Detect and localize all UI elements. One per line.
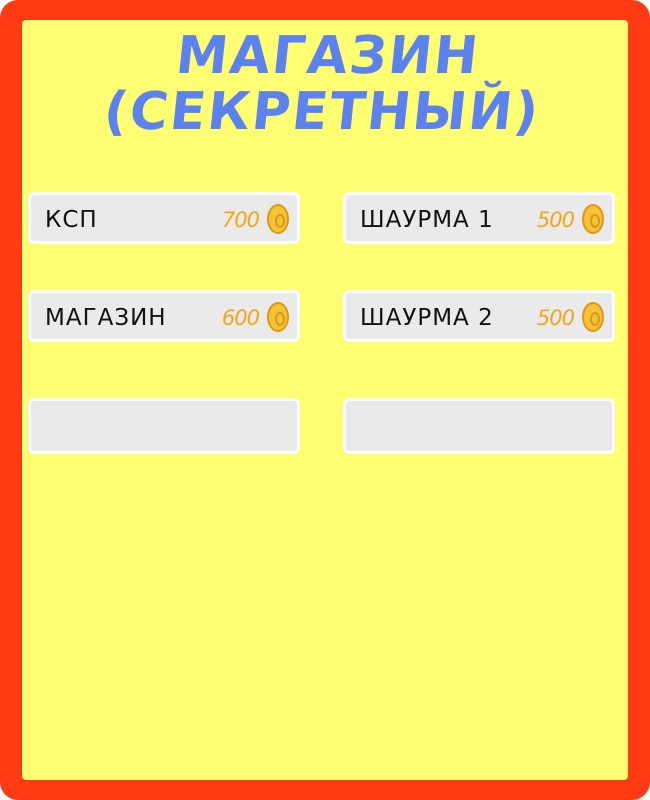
shop-item-shawarma-2[interactable]: ШАУРМА 2 500 bbox=[343, 290, 615, 342]
shop-title-line1: МАГАЗИН bbox=[173, 26, 483, 86]
coin-icon bbox=[267, 302, 289, 332]
shop-title: МАГАЗИН (СЕКРЕТНЫЙ) bbox=[16, 26, 634, 142]
item-name: ШАУРМА 2 bbox=[360, 305, 494, 331]
coin-icon bbox=[582, 302, 604, 332]
shop-title-line2: (СЕКРЕТНЫЙ) bbox=[101, 82, 544, 142]
shop-item-shawarma-1[interactable]: ШАУРМА 1 500 bbox=[343, 192, 615, 244]
shop-item-ksp[interactable]: КСП 700 bbox=[28, 192, 300, 244]
item-price: 500 bbox=[536, 306, 575, 330]
coin-icon bbox=[582, 204, 604, 234]
coin-icon bbox=[267, 204, 289, 234]
shop-item-magazin[interactable]: МАГАЗИН 600 bbox=[28, 290, 300, 342]
shop-panel: МАГАЗИН (СЕКРЕТНЫЙ) КСП 700 ШАУРМА 1 500… bbox=[22, 20, 628, 780]
empty-slot bbox=[28, 398, 300, 454]
item-name: МАГАЗИН bbox=[45, 305, 167, 331]
item-name: КСП bbox=[45, 207, 98, 233]
empty-slot bbox=[343, 398, 615, 454]
item-name: ШАУРМА 1 bbox=[360, 207, 494, 233]
item-price: 600 bbox=[221, 306, 260, 330]
item-price: 500 bbox=[536, 208, 575, 232]
shop-frame: МАГАЗИН (СЕКРЕТНЫЙ) КСП 700 ШАУРМА 1 500… bbox=[0, 0, 650, 800]
item-price: 700 bbox=[221, 208, 260, 232]
